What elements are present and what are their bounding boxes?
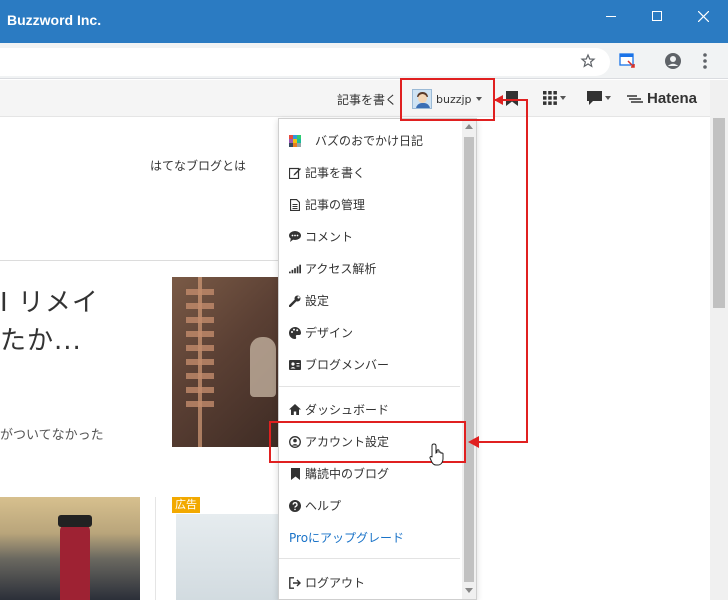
page-scrollbar-thumb[interactable] [713,118,725,308]
menu-item-design[interactable]: デザイン [289,324,353,341]
article-thumbnail[interactable] [172,277,280,447]
window-title: Buzzword Inc. [7,12,102,28]
hatena-logo[interactable]: Hatena [627,90,697,107]
maximize-icon [652,11,662,21]
section-divider [0,260,280,261]
menu-item-label: ログアウト [305,576,366,590]
menu-item-write[interactable]: 記事を書く [289,164,365,181]
close-button[interactable] [680,0,726,32]
member-card-icon [289,359,301,371]
menu-item-dashboard[interactable]: ダッシュボード [289,401,389,418]
signal-bars-icon [289,263,301,275]
logout-icon [289,576,301,589]
article-headline[interactable]: I リメイ [0,282,99,319]
menu-item-manage[interactable]: 記事の管理 [289,196,365,213]
chevron-down-icon [560,96,566,100]
menu-item-upgrade[interactable]: Proにアップグレード [289,529,404,546]
menu-item-label: ブログメンバー [305,358,390,372]
maximize-button[interactable] [634,0,680,32]
wrench-icon [289,295,301,307]
menu-separator [279,558,460,559]
article-thumbnail-bottle[interactable] [0,497,140,600]
comment-icon [289,231,301,243]
close-icon [697,10,709,22]
menu-item-analytics[interactable]: アクセス解析 [289,260,376,277]
hatena-mark-icon [627,94,643,103]
menu-item-label: バズのおでかけ日記 [315,134,424,148]
upgrade-link: Proにアップグレード [289,531,405,545]
page-scrollbar[interactable] [710,80,728,600]
menu-item-help[interactable]: ヘルプ [289,497,341,514]
menu-item-label: 設定 [305,294,330,308]
menu-item-label: コメント [305,230,354,244]
home-icon [289,404,301,416]
account-icon[interactable] [663,51,683,71]
ad-badge: 広告 [172,497,200,513]
scroll-up-icon[interactable] [465,124,473,129]
ad-thumbnail[interactable] [176,514,280,600]
browser-toolbar [0,43,728,79]
hatena-header: 記事を書く buzzjp Hatena [0,80,710,117]
highlight-account-settings [269,421,466,463]
menu-scrollbar[interactable] [462,119,476,599]
minimize-icon [606,15,616,17]
menu-item-label: デザイン [305,326,354,340]
comment-icon[interactable] [587,91,611,105]
star-icon[interactable] [578,51,598,71]
blog-icon [289,134,301,147]
scroll-down-icon[interactable] [465,588,473,593]
window-titlebar: Buzzword Inc. [0,0,728,43]
question-icon [289,499,301,512]
bookmark-icon[interactable] [506,91,518,106]
menu-item-label: アクセス解析 [305,262,377,276]
minimize-button[interactable] [588,0,634,32]
about-hatena-blog-link[interactable]: はてなブログとは [150,157,246,174]
extension-icon[interactable] [617,51,637,71]
hatena-logo-text: Hatena [647,90,698,107]
menu-item-label: 購読中のブログ [305,467,390,481]
menu-item-settings[interactable]: 設定 [289,292,329,309]
menu-item-subscriptions[interactable]: 購読中のブログ [289,465,389,482]
menu-item-members[interactable]: ブログメンバー [289,356,389,373]
menu-scrollbar-thumb[interactable] [464,137,474,582]
menu-item-label: 記事を書く [305,166,366,180]
bookmark-icon [289,467,301,480]
address-bar[interactable] [0,48,610,76]
menu-separator [279,386,460,387]
more-vert-icon[interactable] [695,51,715,71]
edit-icon [289,167,301,179]
apps-grid-icon[interactable] [543,91,566,105]
article-headline-cont[interactable]: たか... [0,320,82,357]
menu-item-label: ダッシュボード [305,403,390,417]
document-icon [289,198,301,211]
menu-item-comment[interactable]: コメント [289,228,353,245]
menu-item-blog[interactable]: バズのおでかけ日記 [289,132,423,149]
menu-item-label: ヘルプ [305,499,342,513]
column-divider [155,497,156,600]
chevron-down-icon [605,96,611,100]
palette-icon [289,326,301,339]
article-excerpt: がついてなかった [0,428,104,443]
write-article-link[interactable]: 記事を書く [337,91,397,108]
menu-item-label: 記事の管理 [305,198,366,212]
highlight-user-button [400,78,495,121]
user-dropdown-menu: バズのおでかけ日記 記事を書く 記事の管理 コメント アクセス解析 設定 デザイ… [278,118,477,600]
menu-item-logout[interactable]: ログアウト [289,574,365,591]
